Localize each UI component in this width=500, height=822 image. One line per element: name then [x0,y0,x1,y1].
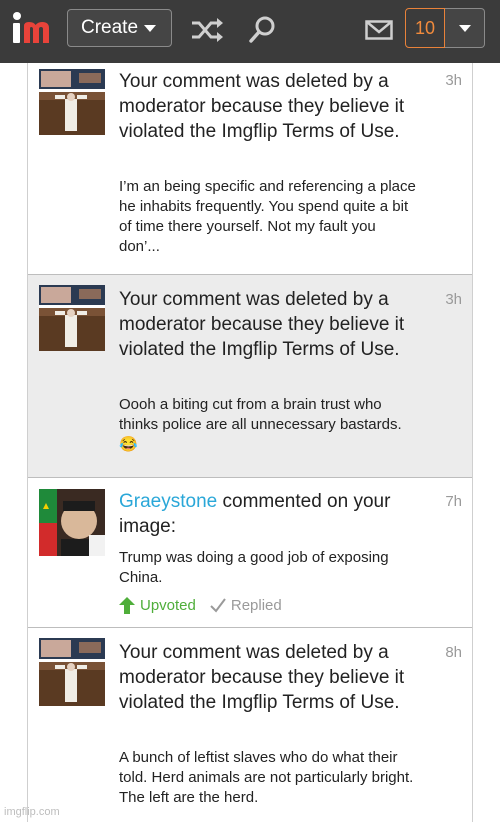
notification-time: 8h [445,644,462,661]
comment-preview: I’m an being specific and referencing a … [119,178,416,255]
imgflip-logo[interactable] [10,10,56,50]
notification-time: 3h [445,291,462,308]
comment-preview: Oooh a biting cut from a brain trust who… [119,396,402,453]
meme-thumbnail[interactable] [39,285,105,351]
notification-list: Your comment was deleted by a moderator … [27,63,473,822]
create-label: Create [81,17,139,38]
imgflip-watermark: imgflip.com [4,806,60,818]
comment-preview: Trump was doing a good job of exposing C… [119,549,389,586]
notification-item[interactable]: Your comment was deleted by a moderator … [28,63,472,275]
comment-preview: A bunch of leftist slaves who do what th… [119,749,414,806]
notification-count-button[interactable]: 10 [405,8,445,48]
username-link[interactable]: Graeystone [119,491,217,512]
notification-count: 10 [414,17,436,38]
notification-message: Your comment was deleted by a moderator … [119,289,405,360]
replied-label: Replied [230,597,282,614]
notification-message: Your comment was deleted by a moderator … [119,642,405,713]
upvote-button[interactable]: Upvoted [119,597,196,614]
chevron-down-icon [144,24,157,32]
reply-button[interactable]: Replied [210,597,282,614]
top-navbar: Create 10 [0,0,500,63]
notification-item[interactable]: Your comment was deleted by a moderator … [28,628,472,822]
notification-message: Your comment was deleted by a moderator … [119,71,405,142]
create-dropdown-button[interactable]: Create [67,9,172,47]
search-icon[interactable] [248,14,278,44]
notification-time: 3h [445,72,462,89]
notification-item[interactable]: Graeystone commented on your image: 7h T… [28,478,472,628]
meme-thumbnail[interactable] [39,69,105,135]
mail-icon[interactable] [365,20,393,40]
shuffle-icon[interactable] [190,17,226,43]
meme-thumbnail[interactable] [39,638,105,706]
chevron-down-icon [458,24,471,32]
notification-message: Graeystone commented on your image: [119,489,419,539]
meme-thumbnail[interactable] [39,489,105,556]
comment-actions: Upvoted Replied [119,597,282,614]
upvote-arrow-icon [119,597,135,614]
notifications-dropdown-button[interactable] [445,8,485,48]
notification-item[interactable]: Your comment was deleted by a moderator … [28,275,472,478]
checkmark-icon [210,598,226,613]
notification-time: 7h [445,493,462,510]
upvoted-label: Upvoted [140,597,196,614]
